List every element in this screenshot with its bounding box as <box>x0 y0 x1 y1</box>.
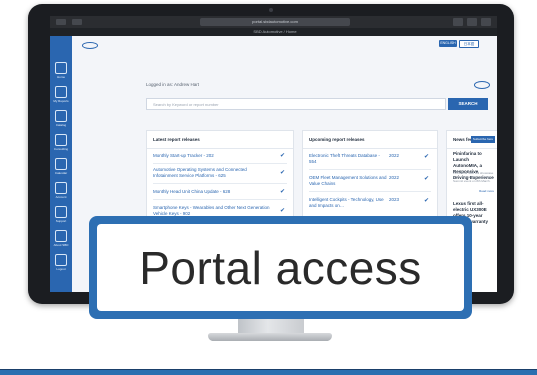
user-icon <box>55 182 67 194</box>
release-year: 2022 <box>389 153 400 158</box>
sidebar-item-label: Catalog <box>55 123 67 127</box>
brand-logo <box>474 81 490 89</box>
consulting-icon <box>55 134 67 146</box>
list-item[interactable]: Monthly Start-up Tracker - 202 ✔ <box>153 153 287 159</box>
report-link[interactable]: Smartphone Keys - Wearables and Other Ne… <box>153 205 269 216</box>
sidebar-item-consulting[interactable]: Consulting <box>50 132 72 154</box>
sidebar-item-home[interactable]: Home <box>50 60 72 82</box>
logout-icon <box>55 254 67 266</box>
check-icon: ✔ <box>279 189 285 195</box>
report-link[interactable]: Monthly Start-up Tracker - 202 <box>153 153 214 158</box>
check-icon: ✔ <box>279 170 285 176</box>
sidebar-item-label: Support <box>55 219 67 223</box>
list-item[interactable]: Automotive Operating Systems and Connect… <box>153 167 271 179</box>
portal-access-label: Portal access <box>139 241 422 294</box>
sidebar-item-calendar[interactable]: Calendar <box>50 156 72 178</box>
share-icon[interactable] <box>453 18 463 26</box>
portal-access-card: Portal access <box>89 216 472 319</box>
home-icon <box>55 62 67 74</box>
news-body: Pininfarina SBD will showcase AutonoMIA … <box>453 171 494 183</box>
sidebar-item-about[interactable]: About SBD <box>50 228 72 250</box>
reports-icon <box>55 86 67 98</box>
sidebar-item-logout[interactable]: Logout <box>50 252 72 274</box>
info-icon <box>55 230 67 242</box>
sidebar-item-label: Home <box>56 75 65 79</box>
add-tab-icon[interactable] <box>467 18 477 26</box>
check-icon: ✔ <box>423 154 429 160</box>
list-item[interactable]: OEM Fleet Management Solutions and Value… <box>309 175 387 187</box>
tab-strip: SBD Automotive / Home <box>50 28 497 36</box>
divider <box>309 169 431 170</box>
tab-title[interactable]: SBD Automotive / Home <box>220 28 330 36</box>
sidebar-item-label: My Reports <box>53 99 69 103</box>
search-button[interactable]: SEARCH <box>448 98 488 110</box>
sidebar-item-label: Logout <box>56 267 66 271</box>
divider <box>153 199 287 200</box>
sidebar-item-label: Calendar <box>54 171 68 175</box>
sidebar-item-label: Account <box>55 195 67 199</box>
sidebar-item-catalog[interactable]: Catalog <box>50 108 72 130</box>
subscribe-button[interactable]: Subscribe here <box>471 136 495 143</box>
forward-icon[interactable] <box>72 19 82 25</box>
read-more-link[interactable]: Read more <box>479 189 494 193</box>
sidebar-item-my-reports[interactable]: My Reports <box>50 84 72 106</box>
sidebar-item-support[interactable]: Support <box>50 204 72 226</box>
logo <box>82 42 98 49</box>
divider <box>153 163 287 164</box>
portal-access-inner: Portal access <box>97 224 464 311</box>
divider <box>303 148 437 149</box>
report-link[interactable]: OEM Fleet Management Solutions and Value… <box>309 175 387 186</box>
browser-actions <box>453 18 491 26</box>
catalog-icon <box>55 110 67 122</box>
search-input[interactable]: Search by Keyword or report number <box>146 98 446 110</box>
divider <box>147 148 293 149</box>
panel-title: Upcoming report releases <box>309 137 365 142</box>
monitor-stand-base <box>208 333 332 341</box>
report-link[interactable]: Intelligent Cockpits - Technology, Use a… <box>309 197 384 208</box>
check-icon: ✔ <box>279 153 285 159</box>
divider <box>447 148 497 149</box>
sidebar-item-account[interactable]: Account <box>50 180 72 202</box>
language-english-button[interactable]: ENGLISH <box>439 40 457 47</box>
divider <box>309 191 431 192</box>
list-item[interactable]: Monthly Head Unit China Update - 628 ✔ <box>153 189 287 195</box>
check-icon: ✔ <box>423 176 429 182</box>
tabs-icon[interactable] <box>481 18 491 26</box>
check-icon: ✔ <box>423 198 429 204</box>
browser-toolbar: portal.sbdautomotive.com <box>50 16 497 28</box>
list-item[interactable]: Intelligent Cockpits - Technology, Use a… <box>309 197 387 209</box>
sidebar-item-label: About SBD <box>53 243 69 247</box>
report-link[interactable]: Monthly Head Unit China Update - 628 <box>153 189 230 194</box>
release-year: 2022 <box>389 175 400 180</box>
list-item[interactable]: Electronic Theft Threats Database - 554 <box>309 153 387 165</box>
report-link[interactable]: Electronic Theft Threats Database - 554 <box>309 153 380 164</box>
sidebar-item-label: Consulting <box>53 147 69 151</box>
calendar-icon <box>55 158 67 170</box>
camera-dot <box>269 8 273 12</box>
report-link[interactable]: Automotive Operating Systems and Connect… <box>153 167 247 178</box>
panel-title: Latest report releases <box>153 137 200 142</box>
logged-in-text: Logged in as: Andrew Hart <box>146 82 200 87</box>
window-controls <box>56 19 82 25</box>
url-bar[interactable]: portal.sbdautomotive.com <box>200 18 350 26</box>
back-icon[interactable] <box>56 19 66 25</box>
help-icon <box>55 206 67 218</box>
check-icon: ✔ <box>279 208 285 214</box>
release-year: 2023 <box>389 197 400 202</box>
bottom-rule <box>0 370 537 375</box>
divider <box>153 183 287 184</box>
language-japanese-button[interactable]: 日本語 <box>459 40 479 48</box>
app-sidebar: Home My Reports Catalog Consulting Calen… <box>50 36 72 292</box>
